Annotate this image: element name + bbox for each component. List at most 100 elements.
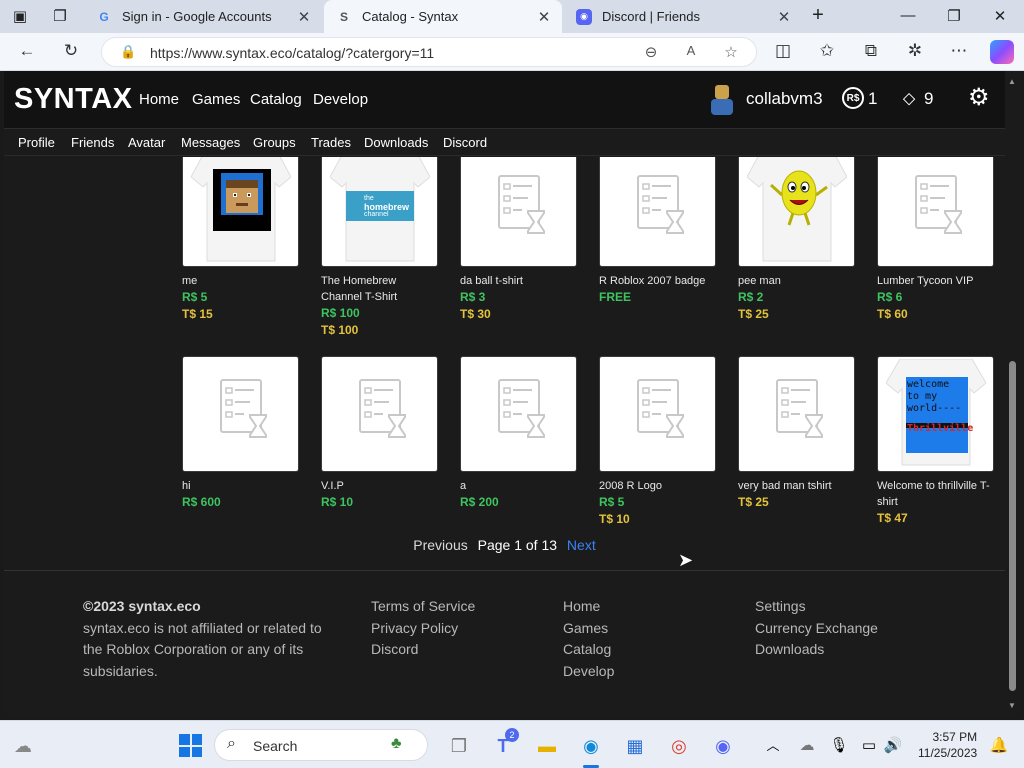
subnav-friends[interactable]: Friends [71,135,114,150]
notification-bell-icon[interactable]: 🔔 [986,733,1012,759]
footer-link-discord[interactable]: Discord [371,639,475,661]
subnav-groups[interactable]: Groups [253,135,296,150]
read-aloud-icon[interactable]: A [681,43,701,58]
item-thumbnail[interactable] [877,157,994,267]
tab-google-signin[interactable]: G Sign in - Google Accounts ✕ [84,0,322,33]
item-thumbnail[interactable] [460,157,577,267]
edge-icon[interactable]: ◉ [578,733,604,759]
item-name[interactable]: hi [182,478,299,494]
tab-discord[interactable]: ◉ Discord | Friends ✕ [564,0,802,33]
window-close-icon[interactable]: ✕ [990,7,1010,25]
catalog-item[interactable]: Lumber Tycoon VIP R$ 6 T$ 60 [877,157,994,323]
item-name[interactable]: V.I.P [321,478,438,494]
collections-icon[interactable]: ⧉ [860,41,882,61]
restore-icon[interactable]: ❐ [944,7,964,25]
footer-link-terms[interactable]: Terms of Service [371,596,475,618]
catalog-item[interactable]: welcome to my world---- Thrillville Welc… [877,356,994,527]
footer-link-currency-exchange[interactable]: Currency Exchange [755,618,878,640]
nav-games[interactable]: Games [192,91,240,108]
footer-link-downloads[interactable]: Downloads [755,639,878,661]
item-name[interactable]: a [460,478,577,494]
catalog-item[interactable]: pee man R$ 2 T$ 25 [738,157,855,323]
subnav-trades[interactable]: Trades [311,135,351,150]
item-thumbnail[interactable] [599,157,716,267]
item-thumbnail[interactable] [182,356,299,472]
item-name[interactable]: Lumber Tycoon VIP [877,273,994,289]
catalog-item[interactable]: V.I.P R$ 10 [321,356,438,511]
previous-page-button[interactable]: Previous [413,537,467,553]
item-name[interactable]: pee man [738,273,855,289]
start-button[interactable] [179,734,202,757]
subnav-profile[interactable]: Profile [18,135,55,150]
system-clock[interactable]: 3:57 PM 11/25/2023 [918,729,977,761]
chevron-up-icon[interactable]: ︿ [760,733,786,759]
close-icon[interactable]: ✕ [776,8,792,26]
onedrive-icon[interactable]: ☁ [794,733,820,759]
favorite-star-icon[interactable]: ☆ [721,43,741,61]
subnav-discord[interactable]: Discord [443,135,487,150]
scrollbar-thumb[interactable] [1009,361,1016,691]
catalog-item[interactable]: 2008 R Logo R$ 5 T$ 10 [599,356,716,528]
item-thumbnail[interactable] [599,356,716,472]
tab-actions-icon[interactable]: ❐ [50,7,70,25]
item-name[interactable]: The Homebrew Channel T-Shirt [321,273,438,305]
workspaces-icon[interactable]: ▣ [10,7,30,25]
microphone-icon[interactable]: 🎙 [826,733,852,759]
catalog-item[interactable]: a R$ 200 [460,356,577,511]
footer-link-catalog[interactable]: Catalog [563,639,614,661]
item-thumbnail[interactable]: welcome to my world---- Thrillville [877,356,994,472]
subnav-avatar[interactable]: Avatar [128,135,165,150]
scroll-up-icon[interactable]: ▲ [1008,77,1016,86]
tix-icon[interactable]: ⬦ [898,87,920,109]
catalog-item[interactable]: da ball t-shirt R$ 3 T$ 30 [460,157,577,323]
avatar[interactable] [709,85,735,115]
new-tab-icon[interactable]: + [808,4,828,27]
item-name[interactable]: very bad man tshirt [738,478,855,494]
copilot-icon[interactable] [990,40,1014,64]
address-bar[interactable]: 🔒 https://www.syntax.eco/catalog/?caterg… [101,37,757,67]
page-scrollbar[interactable]: ▲ ▼ [1005,71,1020,716]
scroll-down-icon[interactable]: ▼ [1008,701,1016,710]
catalog-item[interactable]: the homebrew channel The Homebrew Channe… [321,157,438,339]
item-thumbnail[interactable] [321,356,438,472]
task-view-icon[interactable]: ❐ [446,733,472,759]
catalog-item[interactable]: hi R$ 600 [182,356,299,511]
footer-link-games[interactable]: Games [563,618,614,640]
minimize-icon[interactable]: — [898,7,918,24]
more-menu-icon[interactable]: ⋯ [948,41,970,61]
item-name[interactable]: me [182,273,299,289]
taskbar-search[interactable]: ⌕ Search ♣ [214,729,428,761]
split-screen-icon[interactable]: ◫ [772,41,794,61]
footer-link-home[interactable]: Home [563,596,614,618]
item-thumbnail[interactable] [460,356,577,472]
store-icon[interactable]: ▦ [622,733,648,759]
footer-link-settings[interactable]: Settings [755,596,878,618]
site-logo[interactable]: SYNTAX [14,83,132,116]
item-thumbnail[interactable] [738,157,855,267]
chrome-icon[interactable]: ◎ [666,733,692,759]
close-icon[interactable]: ✕ [536,8,552,26]
next-page-button[interactable]: Next [567,537,596,553]
nav-catalog[interactable]: Catalog [250,91,302,108]
robux-icon[interactable]: R$ [842,87,864,109]
favorites-icon[interactable]: ✩ [816,41,838,61]
discord-taskbar-icon[interactable]: ◉ [710,733,736,759]
url-text[interactable]: https://www.syntax.eco/catalog/?catergor… [150,45,434,61]
catalog-item[interactable]: R Roblox 2007 badge FREE [599,157,716,306]
zoom-icon[interactable]: ⊖ [641,43,661,61]
file-explorer-icon[interactable]: ▬ [534,733,560,759]
refresh-icon[interactable]: ↻ [60,41,82,61]
subnav-messages[interactable]: Messages [181,135,240,150]
back-icon[interactable]: ← [16,41,38,61]
close-icon[interactable]: ✕ [296,8,312,26]
catalog-item[interactable]: me R$ 5 T$ 15 [182,157,299,323]
footer-link-develop[interactable]: Develop [563,661,614,683]
footer-link-privacy[interactable]: Privacy Policy [371,618,475,640]
gear-icon[interactable]: ⚙ [968,83,990,112]
volume-icon[interactable]: 🔊 [880,733,906,759]
display-icon[interactable]: ▭ [856,733,882,759]
item-thumbnail[interactable]: the homebrew channel [321,157,438,267]
item-thumbnail[interactable] [182,157,299,267]
username[interactable]: collabvm3 [746,89,823,109]
nav-develop[interactable]: Develop [313,91,368,108]
